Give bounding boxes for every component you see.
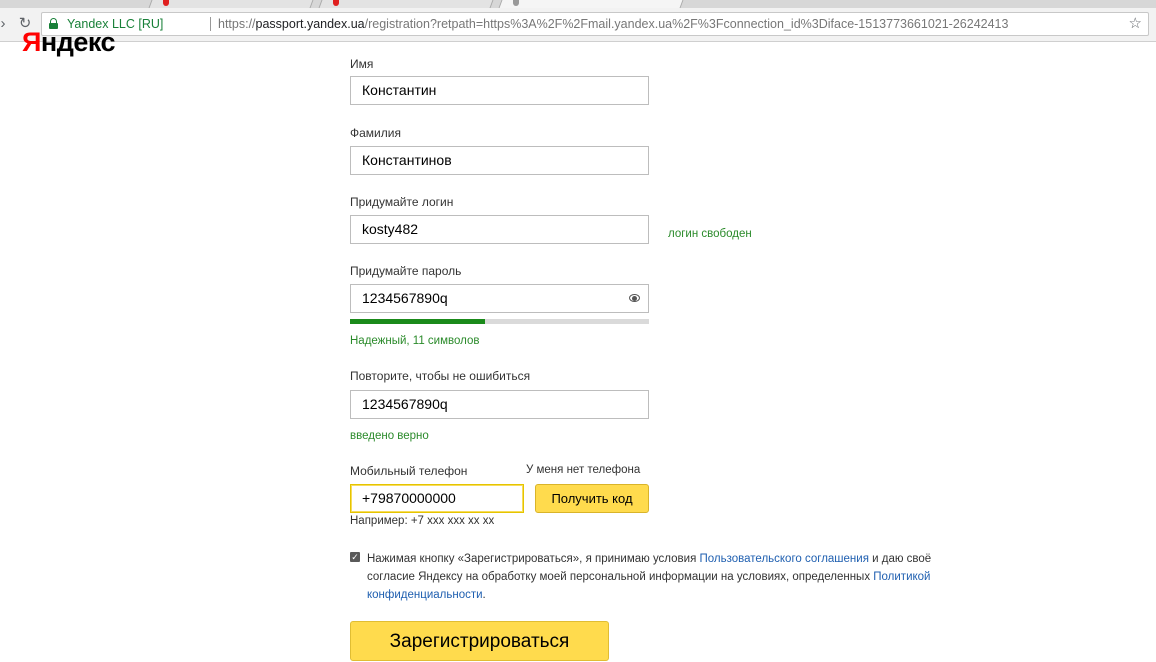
last-name-label: Фамилия — [350, 126, 401, 140]
browser-tab[interactable] — [318, 0, 494, 8]
consent-checkbox[interactable]: ✓ — [350, 552, 360, 562]
login-status: логин свободен — [668, 228, 752, 240]
browser-toolbar: › ↻ Yandex LLC [RU] https://passport.yan… — [0, 8, 1156, 42]
password-label: Придумайте пароль — [350, 264, 462, 278]
password-repeat-label: Повторите, чтобы не ошибиться — [350, 369, 531, 383]
bookmark-star-icon[interactable]: ☆ — [1129, 13, 1142, 35]
get-code-button[interactable]: Получить код — [535, 484, 649, 513]
password-strength-bar — [350, 319, 649, 324]
show-password-icon[interactable] — [629, 294, 640, 302]
first-name-input[interactable]: Константин — [350, 76, 649, 105]
logo-rest: ндекс — [40, 27, 116, 57]
address-bar[interactable]: Yandex LLC [RU] https://passport.yandex.… — [41, 12, 1149, 36]
password-strength-text: Надежный, 11 символов — [350, 335, 480, 347]
browser-tab[interactable] — [148, 0, 314, 8]
yandex-favicon-icon — [163, 0, 169, 6]
yandex-favicon-icon — [333, 0, 339, 6]
phone-hint: Например: +7 xxx xxx xx xx — [350, 515, 495, 527]
login-label: Придумайте логин — [350, 195, 454, 209]
password-value: 1234567890q — [362, 290, 448, 306]
user-agreement-link[interactable]: Пользовательского соглашения — [700, 553, 869, 565]
phone-label: Мобильный телефон — [350, 464, 468, 478]
consent-text: Нажимая кнопку «Зарегистрироваться», я п… — [367, 550, 967, 604]
consent-text-3: . — [482, 589, 486, 601]
url-path: /registration?retpath=https%3A%2F%2Fmail… — [364, 17, 1009, 31]
yandex-logo[interactable]: Яндекс — [22, 27, 116, 57]
url-scheme: https:// — [218, 17, 256, 31]
page-favicon-icon — [513, 0, 519, 6]
password-input[interactable]: 1234567890q — [350, 284, 649, 313]
url-text[interactable]: https://passport.yandex.ua/registration?… — [218, 13, 1008, 35]
phone-input[interactable]: +79870000000 — [350, 484, 524, 513]
address-separator — [210, 17, 211, 31]
login-input[interactable]: kosty482 — [350, 215, 649, 244]
register-button[interactable]: Зарегистрироваться — [350, 621, 609, 661]
logo-first-letter: Я — [22, 27, 41, 57]
first-name-label: Имя — [350, 57, 374, 71]
browser-tab-active[interactable] — [498, 0, 684, 8]
password-repeat-input[interactable]: 1234567890q — [350, 390, 649, 419]
forward-arrow-icon[interactable]: › — [0, 15, 12, 33]
password-repeat-status: введено верно — [350, 430, 429, 442]
consent-text-1: Нажимая кнопку «Зарегистрироваться», я п… — [367, 553, 700, 565]
browser-tabstrip — [0, 0, 1156, 8]
password-strength-fill — [350, 319, 485, 324]
no-phone-link[interactable]: У меня нет телефона — [526, 464, 640, 476]
url-host: passport.yandex.ua — [255, 17, 365, 31]
last-name-input[interactable]: Константинов — [350, 146, 649, 175]
